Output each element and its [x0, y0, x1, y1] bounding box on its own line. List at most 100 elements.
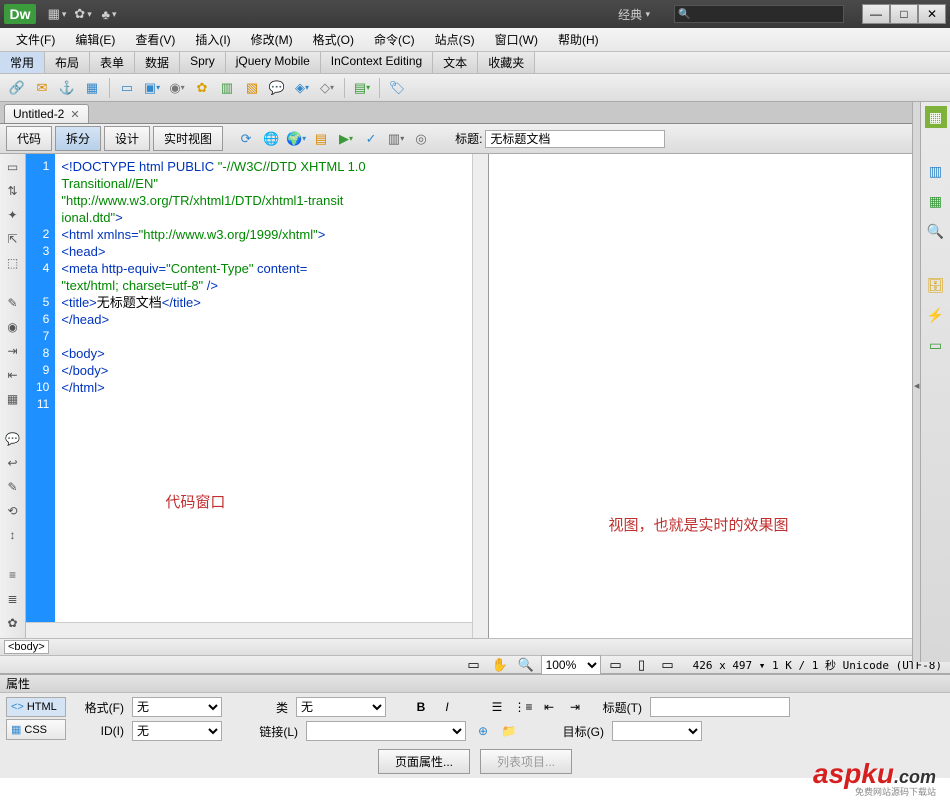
extension-icon[interactable]: ♣▾	[99, 5, 119, 23]
hint-icon[interactable]: ≣	[4, 590, 22, 608]
tablet-icon[interactable]: ▭	[657, 654, 679, 676]
outdent-icon[interactable]: ⇤	[4, 366, 22, 384]
panel-collapse-handle[interactable]	[912, 102, 920, 662]
format-icon[interactable]: ▦	[4, 390, 22, 408]
menu-window[interactable]: 窗口(W)	[485, 31, 548, 48]
visual-aids-icon[interactable]: ◎	[410, 128, 432, 150]
insert-cat-spry[interactable]: Spry	[180, 52, 226, 73]
search-panel-icon[interactable]: 🔍	[925, 220, 947, 242]
menu-edit[interactable]: 编辑(E)	[65, 31, 125, 48]
live-code-icon[interactable]: ⟳	[235, 128, 257, 150]
ul-icon[interactable]: ☰	[488, 698, 506, 716]
link-select[interactable]	[306, 721, 466, 741]
reference-icon[interactable]: ✿	[4, 614, 22, 632]
inspect-icon[interactable]: 🌐	[260, 128, 282, 150]
script-icon[interactable]: ◇▾	[316, 77, 338, 99]
highlight-icon[interactable]: ◉	[4, 318, 22, 336]
document-tab[interactable]: Untitled-2 ✕	[4, 104, 89, 123]
zoom-select[interactable]: 100%	[541, 655, 601, 675]
files-panel-icon[interactable]: ▭	[925, 334, 947, 356]
syntax-icon[interactable]: ✎	[4, 478, 22, 496]
close-tab-icon[interactable]: ✕	[70, 108, 79, 121]
live-view-button[interactable]: 实时视图	[153, 126, 223, 151]
layout-icon[interactable]: ▦▾	[47, 5, 67, 23]
insert-cat-common[interactable]: 常用	[0, 52, 45, 73]
options-icon[interactable]: ▥▾	[385, 128, 407, 150]
split-view-button[interactable]: 拆分	[55, 126, 101, 151]
image-icon[interactable]: ▣▾	[141, 77, 163, 99]
document-title-input[interactable]	[485, 130, 665, 148]
gear-icon[interactable]: ✿▾	[73, 5, 93, 23]
code-editor[interactable]: <!DOCTYPE html PUBLIC "-//W3C//DTD XHTML…	[55, 154, 487, 638]
media-icon[interactable]: ◉▾	[166, 77, 188, 99]
workspace-selector[interactable]: 经典 ▾	[618, 6, 650, 23]
div-icon[interactable]: ▭	[116, 77, 138, 99]
close-button[interactable]: ✕	[918, 4, 946, 24]
design-pane[interactable]: 视图，也就是实时的效果图	[489, 154, 950, 638]
select-parent-icon[interactable]: ⇱	[4, 230, 22, 248]
point-to-file-icon[interactable]: ⊕	[474, 722, 492, 740]
table-icon[interactable]: ▦	[81, 77, 103, 99]
screen-size-icon[interactable]: ▭	[605, 654, 627, 676]
behavior-panel-icon[interactable]: ⚡	[925, 304, 947, 326]
db-panel-icon[interactable]: 🗄	[925, 274, 947, 296]
expand-icon[interactable]: ✦	[4, 206, 22, 224]
properties-header[interactable]: 属性	[0, 675, 950, 693]
insert-cat-form[interactable]: 表单	[90, 52, 135, 73]
date-icon[interactable]: ▥	[216, 77, 238, 99]
target-select[interactable]	[612, 721, 702, 741]
design-view-button[interactable]: 设计	[104, 126, 150, 151]
recent-icon[interactable]: ⟲	[4, 502, 22, 520]
format-select[interactable]: 无	[132, 697, 222, 717]
css-tab[interactable]: ▦CSS	[6, 719, 66, 740]
snippet-icon[interactable]: ≡	[4, 566, 22, 584]
menu-format[interactable]: 格式(O)	[303, 31, 364, 48]
line-numbers-icon[interactable]: ✎	[4, 294, 22, 312]
validate-icon[interactable]: ▶▾	[335, 128, 357, 150]
hyperlink-icon[interactable]: 🔗	[6, 77, 28, 99]
hand-tool-icon[interactable]: ✋	[489, 654, 511, 676]
menu-commands[interactable]: 命令(C)	[364, 31, 425, 48]
search-input[interactable]	[690, 8, 840, 20]
code-pane[interactable]: 1 234 567891011 <!DOCTYPE html PUBLIC "-…	[26, 154, 489, 638]
menu-site[interactable]: 站点(S)	[425, 31, 485, 48]
insert-cat-incontext[interactable]: InContext Editing	[321, 52, 433, 73]
menu-help[interactable]: 帮助(H)	[548, 31, 609, 48]
id-select[interactable]: 无	[132, 721, 222, 741]
select-tool-icon[interactable]: ▭	[463, 654, 485, 676]
indent-icon[interactable]: ⇥	[4, 342, 22, 360]
widget-icon[interactable]: ✿	[191, 77, 213, 99]
maximize-button[interactable]: □	[890, 4, 918, 24]
indent-icon[interactable]: ⇥	[566, 698, 584, 716]
zoom-tool-icon[interactable]: 🔍	[515, 654, 537, 676]
tag-icon[interactable]: 🏷	[386, 77, 408, 99]
collapse-icon[interactable]: ⇅	[4, 182, 22, 200]
comment-icon[interactable]: 💬	[4, 430, 22, 448]
browser-icon[interactable]: 🌍▾	[285, 128, 307, 150]
bold-icon[interactable]: B	[412, 698, 430, 716]
email-icon[interactable]: ✉	[31, 77, 53, 99]
browse-icon[interactable]: 📁	[500, 722, 518, 740]
comment-icon[interactable]: 💬	[266, 77, 288, 99]
html-tab[interactable]: <>HTML	[6, 697, 66, 717]
title-attr-input[interactable]	[650, 697, 790, 717]
css-panel-icon[interactable]: ▦	[925, 106, 947, 128]
open-docs-icon[interactable]: ▭	[4, 158, 22, 176]
code-vscrollbar[interactable]	[472, 154, 488, 638]
insert-cat-text[interactable]: 文本	[433, 52, 478, 73]
menu-insert[interactable]: 插入(I)	[185, 31, 240, 48]
search-box[interactable]: 🔍	[674, 5, 844, 23]
menu-view[interactable]: 查看(V)	[125, 31, 185, 48]
business-panel-icon[interactable]: ▦	[925, 190, 947, 212]
move-icon[interactable]: ↕	[4, 526, 22, 544]
menu-file[interactable]: 文件(F)	[6, 31, 65, 48]
anchor-icon[interactable]: ⚓	[56, 77, 78, 99]
outdent-icon[interactable]: ⇤	[540, 698, 558, 716]
insert-cat-data[interactable]: 数据	[135, 52, 180, 73]
minimize-button[interactable]: —	[862, 4, 890, 24]
check-icon[interactable]: ✓	[360, 128, 382, 150]
wrap-icon[interactable]: ↩	[4, 454, 22, 472]
ol-icon[interactable]: ⋮≡	[514, 698, 532, 716]
template-icon[interactable]: ▤▾	[351, 77, 373, 99]
tag-body[interactable]: <body>	[4, 640, 49, 654]
